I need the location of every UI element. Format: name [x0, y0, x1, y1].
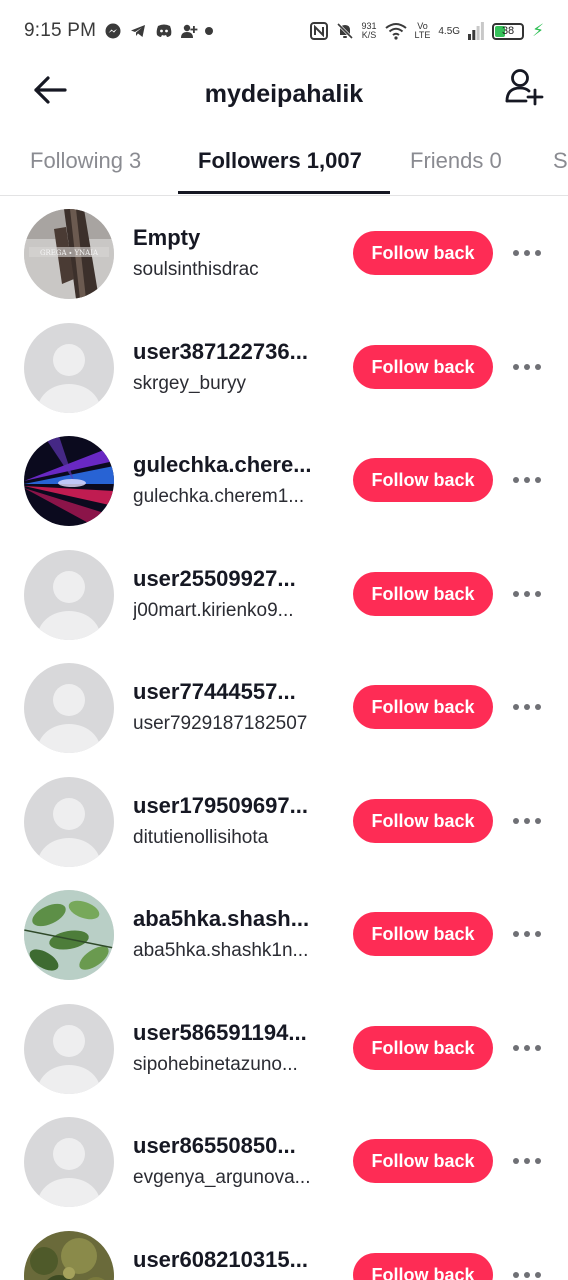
follower-name: user25509927... [133, 565, 296, 591]
signal-icon [468, 22, 484, 40]
svg-text:GREGA ∙ YNAIA: GREGA ∙ YNAIA [40, 249, 99, 257]
follow-back-button[interactable]: Follow back [353, 912, 493, 956]
follow-back-button[interactable]: Follow back [353, 571, 493, 616]
more-options-icon[interactable] [508, 920, 546, 948]
mute-bell-icon [336, 22, 354, 40]
network-type-label: 4.5G [438, 25, 461, 37]
tab-following[interactable]: Following 3 [30, 128, 141, 194]
battery-level: 38 [501, 25, 515, 37]
back-arrow-icon[interactable] [30, 70, 70, 110]
follow-back-button[interactable]: Follow back [353, 458, 493, 502]
more-options-icon[interactable] [508, 466, 546, 494]
avatar[interactable] [24, 436, 114, 526]
net-speed-unit: K/S [361, 30, 377, 40]
followers-list: GREGA ∙ YNAIA Empty soulsinthisdrac Foll… [0, 197, 568, 1280]
follow-back-button[interactable]: Follow back [353, 685, 493, 729]
followers-screen: 9:15 PM 931 K/S Vo LTE 4.5G 38 ⚡ mydeipa… [0, 0, 568, 1280]
follower-handle: soulsinthisdrac [133, 259, 259, 280]
tab-friends[interactable]: Friends 0 [410, 128, 502, 194]
follower-name: Empty [133, 225, 201, 250]
list-item[interactable]: user179509697... ditutienollisihota Foll… [0, 765, 568, 879]
dot-icon [205, 27, 214, 35]
charging-icon: ⚡ [532, 21, 544, 40]
more-options-icon[interactable] [508, 353, 546, 381]
tab-bar: Following 3 Followers 1,007 Friends 0 S [0, 128, 568, 196]
more-options-icon[interactable] [508, 1034, 546, 1062]
follower-handle: user7929187182507 [133, 713, 308, 734]
follower-handle: gulechka.cherem1... [133, 486, 305, 507]
active-tab-indicator [178, 191, 390, 194]
more-options-icon[interactable] [508, 580, 546, 608]
more-options-icon[interactable] [508, 693, 546, 721]
list-item[interactable]: user25509927... j00mart.kirienko9... Fol… [0, 538, 568, 652]
volte-indicator: Vo LTE [415, 22, 431, 40]
messenger-icon [105, 23, 121, 39]
wifi-icon [384, 22, 407, 40]
follower-handle: j00mart.kirienko9... [133, 599, 294, 621]
follower-name: user608210315... [133, 1246, 308, 1272]
avatar[interactable] [24, 776, 114, 867]
more-options-icon[interactable] [508, 239, 546, 267]
follower-name: user77444557... [133, 679, 296, 704]
follow-back-button[interactable]: Follow back [353, 1139, 493, 1183]
follow-back-button[interactable]: Follow back [353, 1025, 493, 1070]
avatar[interactable] [24, 663, 114, 753]
follower-handle: ditutienollisihota [133, 826, 269, 848]
add-user-icon[interactable] [502, 64, 546, 108]
discord-icon [155, 23, 172, 39]
list-item[interactable]: user77444557... user7929187182507 Follow… [0, 651, 568, 765]
status-right: 931 K/S Vo LTE 4.5G 38 ⚡ [309, 21, 544, 41]
follower-handle: sipohebinetazuno... [133, 1053, 298, 1075]
follower-handle: skrgey_buryy [133, 372, 246, 394]
follow-back-button[interactable]: Follow back [353, 1252, 493, 1280]
tab-followers[interactable]: Followers 1,007 [198, 128, 362, 194]
telegram-icon [130, 23, 146, 39]
add-contact-icon [180, 23, 198, 39]
list-item[interactable]: user608210315... Follow back [0, 1219, 568, 1280]
follower-name: gulechka.chere... [133, 452, 312, 477]
follower-handle: aba5hka.shashk1n... [133, 940, 309, 961]
list-item[interactable]: gulechka.chere... gulechka.cherem1... Fo… [0, 424, 568, 538]
follower-name: user387122736... [133, 338, 308, 364]
tab-suggested[interactable]: S [553, 128, 568, 194]
status-time: 9:15 PM [24, 20, 97, 41]
volte-bottom: LTE [414, 30, 431, 40]
top-header: mydeipahalik [0, 62, 568, 126]
more-options-icon[interactable] [508, 1147, 546, 1175]
avatar[interactable] [24, 1230, 114, 1280]
avatar[interactable] [24, 1117, 114, 1207]
list-item[interactable]: user86550850... evgenya_argunova... Foll… [0, 1105, 568, 1219]
follow-back-button[interactable]: Follow back [353, 231, 493, 275]
avatar[interactable]: GREGA ∙ YNAIA [24, 209, 114, 299]
avatar[interactable] [24, 549, 114, 640]
more-options-icon[interactable] [508, 1261, 546, 1280]
list-item[interactable]: aba5hka.shash... aba5hka.shashk1n... Fol… [0, 878, 568, 992]
avatar[interactable] [24, 890, 114, 980]
follower-name: user86550850... [133, 1133, 296, 1158]
network-type: 4.5G [438, 26, 460, 37]
list-item[interactable]: GREGA ∙ YNAIA Empty soulsinthisdrac Foll… [0, 197, 568, 311]
page-title: mydeipahalik [204, 79, 364, 108]
follow-back-button[interactable]: Follow back [353, 344, 493, 389]
net-speed: 931 K/S [362, 22, 377, 40]
follower-name: aba5hka.shash... [133, 906, 310, 931]
avatar[interactable] [24, 1003, 114, 1094]
more-options-icon[interactable] [508, 807, 546, 835]
follower-name: user179509697... [133, 792, 308, 818]
avatar[interactable] [24, 322, 114, 413]
follower-name: user586591194... [133, 1019, 307, 1045]
list-item[interactable]: user586591194... sipohebinetazuno... Fol… [0, 992, 568, 1106]
status-bar: 9:15 PM 931 K/S Vo LTE 4.5G 38 ⚡ [0, 0, 568, 62]
follow-back-button[interactable]: Follow back [353, 798, 493, 843]
list-item[interactable]: user387122736... skrgey_buryy Follow bac… [0, 311, 568, 425]
status-left: 9:15 PM [24, 20, 214, 42]
battery-icon: 38 [492, 22, 525, 40]
nfc-icon [309, 22, 328, 40]
follower-handle: evgenya_argunova... [133, 1167, 311, 1188]
